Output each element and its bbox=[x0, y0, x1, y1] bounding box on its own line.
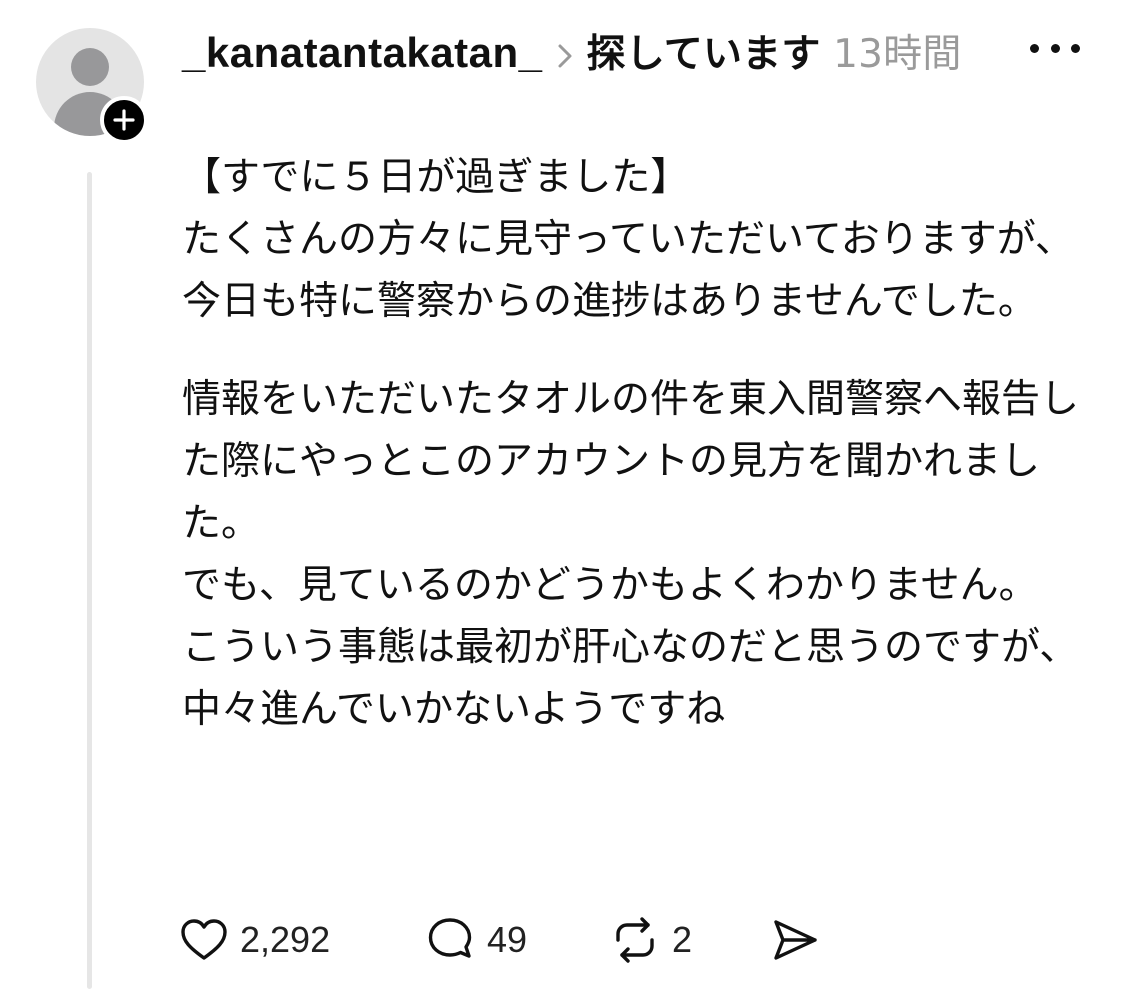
speech-bubble-icon bbox=[428, 918, 472, 958]
more-options-button[interactable] bbox=[1030, 40, 1080, 56]
send-icon bbox=[774, 920, 817, 960]
repost-button[interactable]: 2 bbox=[610, 916, 770, 964]
post-text: 情報をいただいたタオルの件を東入間警察へ報告した際にやっとこのアカウントの見方を… bbox=[182, 377, 1080, 546]
like-count: 2,292 bbox=[240, 919, 331, 960]
post-text: こういう事態は最初が肝心なのだと思うのですが、中々進んでいかないようですね bbox=[182, 625, 1079, 732]
heart-icon bbox=[181, 919, 227, 960]
action-bar: 2,292 49 2 bbox=[180, 910, 840, 970]
post-header: _kanatantakatan_ 探しています 13時間 bbox=[182, 24, 1022, 86]
follow-button[interactable] bbox=[100, 96, 148, 144]
more-horizontal-icon bbox=[1030, 43, 1080, 53]
topic-tag[interactable]: 探しています bbox=[587, 32, 821, 77]
username[interactable]: _kanatantakatan_ bbox=[182, 29, 543, 76]
reply-count: 49 bbox=[487, 919, 528, 960]
share-button[interactable] bbox=[770, 918, 820, 962]
chevron-right-icon bbox=[557, 28, 573, 86]
repost-icon bbox=[616, 917, 654, 963]
thread-line bbox=[87, 172, 92, 989]
post-text: たくさんの方々に見守っていただいておりますが、今日も特に警察からの進捗はありませ… bbox=[182, 217, 1074, 324]
post-text: でも、見ているのかどうかもよくわかりません。 bbox=[182, 563, 1038, 608]
paragraph-2: 情報をいただいたタオルの件を東入間警察へ報告した際にやっとこのアカウントの見方を… bbox=[182, 369, 1087, 741]
paragraph-1: 【すでに５日が過ぎました】たくさんの方々に見守っていただいておりますが、今日も特… bbox=[182, 147, 1087, 333]
like-button[interactable]: 2,292 bbox=[180, 918, 425, 962]
reply-button[interactable]: 49 bbox=[425, 916, 610, 964]
plus-icon bbox=[113, 109, 135, 131]
timestamp: 13時間 bbox=[833, 32, 962, 77]
post-body: 【すでに５日が過ぎました】たくさんの方々に見守っていただいておりますが、今日も特… bbox=[182, 147, 1087, 741]
repost-count: 2 bbox=[672, 919, 693, 960]
post-headline: 【すでに５日が過ぎました】 bbox=[182, 155, 690, 200]
